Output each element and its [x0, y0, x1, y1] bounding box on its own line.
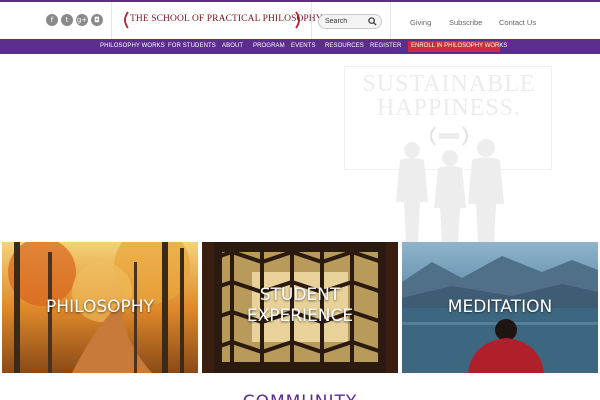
nav-item-for-students[interactable]: FOR STUDENTS	[168, 43, 216, 49]
site-logo[interactable]: THE SCHOOL OF PRACTICAL PHILOSOPHY	[122, 10, 323, 30]
subscribe-link[interactable]: Subscribe	[449, 18, 482, 27]
tile-student-experience[interactable]: STUDENT EXPERIENCE	[202, 242, 398, 373]
nav-item-program[interactable]: PROGRAM	[253, 43, 285, 49]
nav-item-resources[interactable]: RESOURCES	[325, 43, 364, 49]
community-section: COMMUNITY	[0, 373, 600, 400]
nav-item-about[interactable]: ABOUT	[222, 43, 243, 49]
header-divider	[111, 2, 112, 39]
main-nav: PHILOSOPHY WORKS FOR STUDENTS ABOUT PROG…	[0, 39, 600, 54]
logo-text: THE SCHOOL OF PRACTICAL PHILOSOPHY	[130, 14, 323, 24]
social-links: f t g+ ◘	[46, 14, 103, 26]
tile-label-line: EXPERIENCE	[246, 306, 354, 326]
google-plus-icon[interactable]: g+	[76, 14, 88, 26]
search-box	[318, 14, 382, 29]
poster-title-line1: SUSTAINABLE	[362, 71, 536, 97]
hero-banner[interactable]: SUSTAINABLE HAPPINESS.	[0, 54, 600, 242]
tile-label-line: MEDITATION	[447, 297, 553, 317]
tile-meditation-label: MEDITATION	[402, 297, 598, 318]
header-divider	[390, 2, 391, 39]
nav-item-register[interactable]: REGISTER	[370, 43, 401, 49]
tile-label-line: STUDENT	[259, 285, 341, 305]
header-divider	[311, 2, 312, 39]
tile-student-experience-label: STUDENT EXPERIENCE	[202, 285, 398, 327]
search-input[interactable]	[325, 16, 369, 27]
nav-item-philosophy-works[interactable]: PHILOSOPHY WORKS	[100, 43, 165, 49]
enroll-button-label: ENROLL IN PHILOSOPHY WORKS	[411, 43, 508, 49]
nav-item-events[interactable]: EVENTS	[291, 43, 316, 49]
instagram-icon[interactable]: ◘	[91, 14, 103, 26]
tile-philosophy-label: PHILOSOPHY	[2, 297, 198, 318]
facebook-icon[interactable]: f	[46, 14, 58, 26]
tile-label-line: PHILOSOPHY	[46, 297, 154, 317]
poster-title-line2: HAPPINESS.	[376, 95, 522, 121]
giving-link[interactable]: Giving	[410, 18, 431, 27]
people-silhouettes	[396, 139, 504, 242]
twitter-icon[interactable]: t	[61, 14, 73, 26]
community-heading: COMMUNITY	[0, 392, 600, 400]
tile-meditation[interactable]: MEDITATION	[402, 242, 598, 373]
contact-us-link[interactable]: Contact Us	[499, 18, 536, 27]
tile-philosophy[interactable]: PHILOSOPHY	[2, 242, 198, 373]
search-icon[interactable]	[368, 17, 377, 26]
enroll-button[interactable]: ENROLL IN PHILOSOPHY WORKS	[408, 41, 507, 52]
feature-tiles: PHILOSOPHY STUDENT EXPERIENCE MEDITATION	[0, 242, 600, 373]
site-header: f t g+ ◘ THE SCHOOL OF PRACTICAL PHILOSO…	[0, 2, 600, 39]
